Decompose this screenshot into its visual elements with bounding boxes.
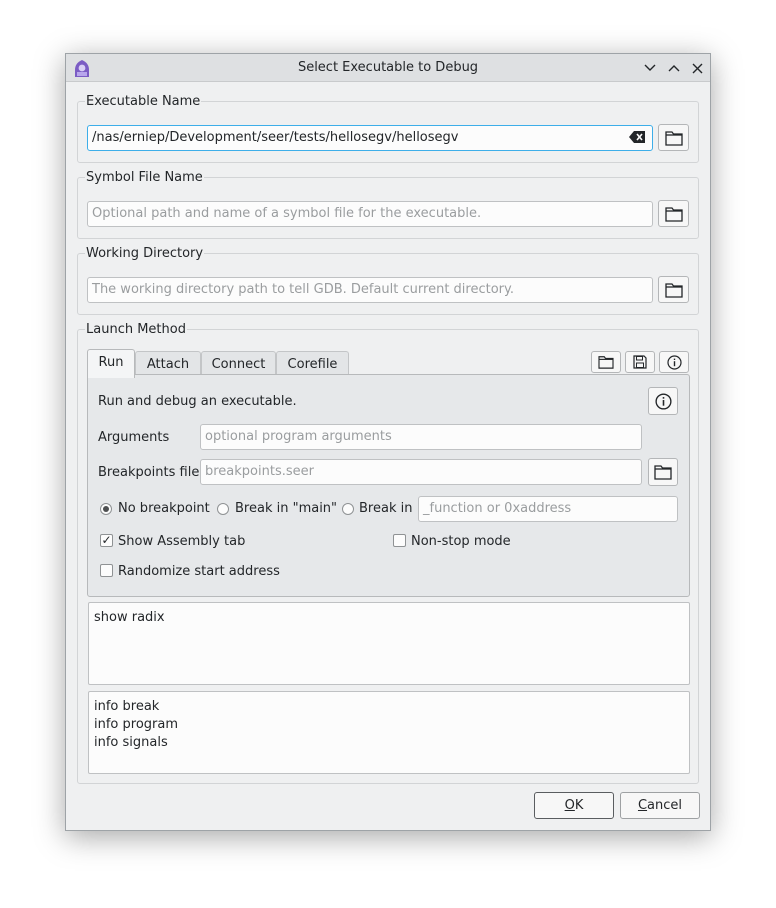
title-bar[interactable]: Select Executable to Debug [66, 54, 710, 82]
folder-icon [664, 282, 683, 298]
break-in-main-label[interactable]: Break in "main" [235, 501, 337, 516]
non-stop-label[interactable]: Non-stop mode [411, 534, 511, 549]
break-in-function-input[interactable]: _function or 0xaddress [418, 496, 678, 522]
executable-path-value: /nas/erniep/Development/seer/tests/hello… [92, 130, 459, 145]
non-stop-checkbox[interactable] [393, 534, 406, 547]
command-line: info signals [94, 735, 168, 750]
load-project-button[interactable] [591, 351, 621, 373]
executable-path-input[interactable]: /nas/erniep/Development/seer/tests/hello… [87, 125, 653, 151]
chevron-up-icon [668, 65, 680, 72]
close-button[interactable] [688, 59, 706, 77]
folder-icon [664, 130, 683, 146]
folder-icon [654, 465, 672, 480]
browse-breakpoints-button[interactable] [648, 458, 678, 486]
pre-commands-editor[interactable]: show radix [88, 602, 690, 685]
project-help-button[interactable] [659, 351, 689, 373]
tab-run[interactable]: Run [87, 349, 135, 378]
browse-executable-button[interactable] [658, 124, 689, 151]
save-project-button[interactable] [625, 351, 655, 373]
break-in-function-placeholder: _function or 0xaddress [423, 501, 572, 516]
no-breakpoint-radio[interactable] [100, 503, 112, 515]
ok-label: K [574, 798, 584, 813]
ok-mnemonic: O [564, 798, 575, 813]
arguments-label: Arguments [98, 430, 170, 445]
working-directory-group-title: Working Directory [85, 246, 205, 261]
breakpoints-file-label: Breakpoints file [98, 465, 200, 480]
working-directory-placeholder: The working directory path to tell GDB. … [92, 282, 514, 297]
breakpoints-file-input[interactable]: breakpoints.seer [200, 459, 642, 485]
maximize-button[interactable] [665, 59, 683, 77]
command-line: info program [94, 717, 179, 732]
arguments-input[interactable]: optional program arguments [200, 424, 642, 450]
symbol-file-input[interactable]: Optional path and name of a symbol file … [87, 201, 653, 227]
executable-group-title: Executable Name [85, 94, 202, 109]
break-in-main-radio[interactable] [217, 503, 229, 515]
launch-method-group-title: Launch Method [85, 322, 187, 337]
post-commands-editor[interactable]: info break info program info signals [88, 691, 690, 774]
ok-button[interactable]: OK [534, 792, 614, 819]
break-in-function-label[interactable]: Break in [359, 501, 412, 516]
breakpoints-file-placeholder: breakpoints.seer [205, 464, 314, 479]
close-icon [692, 63, 702, 73]
minimize-button[interactable] [641, 59, 659, 77]
randomize-start-label[interactable]: Randomize start address [118, 564, 280, 579]
command-line: info break [94, 699, 160, 714]
symbol-file-placeholder: Optional path and name of a symbol file … [92, 206, 482, 221]
randomize-start-checkbox[interactable] [100, 564, 113, 577]
cancel-label: ancel [647, 798, 683, 813]
save-icon [633, 355, 647, 369]
info-icon [654, 392, 672, 410]
chevron-down-icon [644, 64, 656, 71]
window-title: Select Executable to Debug [297, 60, 479, 75]
arguments-placeholder: optional program arguments [205, 429, 392, 444]
no-breakpoint-label[interactable]: No breakpoint [118, 501, 210, 516]
show-assembly-label[interactable]: Show Assembly tab [118, 534, 245, 549]
cancel-button[interactable]: Cancel [620, 792, 700, 819]
clear-text-icon[interactable] [628, 130, 646, 144]
info-icon [666, 354, 682, 370]
browse-working-directory-button[interactable] [658, 276, 689, 303]
break-in-function-radio[interactable] [342, 503, 354, 515]
run-description: Run and debug an executable. [98, 394, 297, 409]
browse-symbol-file-button[interactable] [658, 200, 689, 227]
folder-icon [598, 356, 614, 369]
command-line: show radix [94, 610, 165, 625]
folder-icon [664, 206, 683, 222]
cancel-mnemonic: C [637, 798, 648, 813]
run-help-button[interactable] [648, 387, 678, 415]
dialog-window: Select Executable to Debug Executable Na… [65, 53, 711, 831]
show-assembly-checkbox[interactable]: ✓ [100, 534, 113, 547]
working-directory-input[interactable]: The working directory path to tell GDB. … [87, 277, 653, 303]
symbol-file-group-title: Symbol File Name [85, 170, 204, 185]
